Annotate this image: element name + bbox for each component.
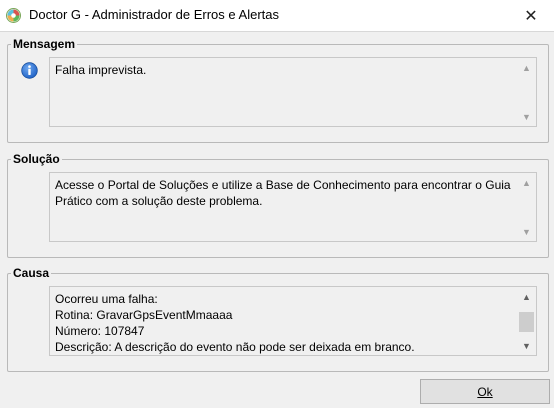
scroll-up-icon[interactable]: ▲ [518,174,535,191]
causa-text: Ocorreu uma falha: Rotina: GravarGpsEven… [55,291,514,355]
solucao-scrollbar[interactable]: ▲ ▼ [518,174,535,240]
title-bar: Doctor G - Administrador de Erros e Aler… [0,0,554,31]
scroll-up-icon[interactable]: ▲ [518,288,535,305]
ok-button-label: Ok [477,384,493,399]
solucao-legend: Solução [13,152,60,166]
scroll-up-icon[interactable]: ▲ [518,59,535,76]
scroll-down-icon[interactable]: ▼ [518,108,535,125]
mensagem-text: Falha imprevista. [55,63,147,77]
app-logo-icon [6,8,21,23]
causa-line: Descrição: A descrição do evento não pod… [55,340,415,354]
mensagem-scrollbar[interactable]: ▲ ▼ [518,59,535,125]
causa-legend: Causa [13,266,50,280]
solucao-text: Acesse o Portal de Soluções e utilize a … [55,178,511,208]
causa-scrollbar[interactable]: ▲ ▼ [518,288,535,354]
close-icon: ✕ [524,7,538,25]
close-button[interactable]: ✕ [508,0,554,31]
scroll-down-icon[interactable]: ▼ [518,223,535,240]
info-icon [21,62,38,79]
title-bar-divider [0,31,554,32]
scroll-thumb[interactable] [519,312,534,332]
causa-text-box[interactable]: Ocorreu uma falha: Rotina: GravarGpsEven… [49,286,537,356]
window-title: Doctor G - Administrador de Erros e Aler… [29,7,279,22]
mensagem-legend: Mensagem [13,37,76,51]
mensagem-text-box[interactable]: Falha imprevista. ▲ ▼ [49,57,537,127]
scroll-down-icon[interactable]: ▼ [518,337,535,354]
ok-button[interactable]: Ok [420,379,550,404]
causa-line: Rotina: GravarGpsEventMmaaaa [55,308,233,322]
solucao-text-box[interactable]: Acesse o Portal de Soluções e utilize a … [49,172,537,242]
causa-line: Ocorreu uma falha: [55,292,158,306]
causa-line: Número: 107847 [55,324,145,338]
